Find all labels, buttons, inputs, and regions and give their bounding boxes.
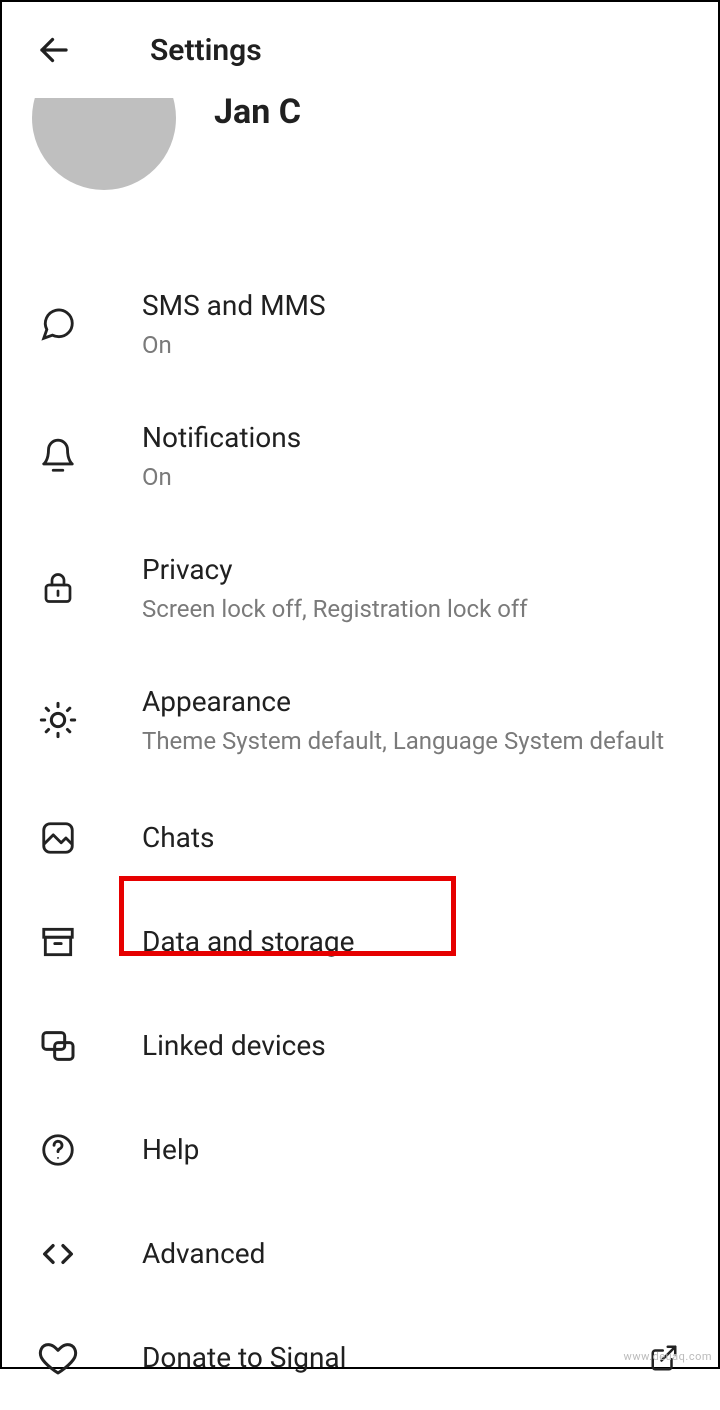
settings-item-help[interactable]: Help	[2, 1098, 718, 1202]
settings-item-label: Appearance	[142, 683, 682, 721]
settings-item-label: Data and storage	[142, 923, 682, 961]
settings-item-chats[interactable]: Chats	[2, 786, 718, 890]
settings-item-sublabel: On	[142, 462, 682, 493]
lock-icon	[38, 568, 78, 608]
settings-item-sublabel: Theme System default, Language System de…	[142, 726, 682, 757]
avatar	[32, 98, 176, 190]
help-icon	[38, 1130, 78, 1170]
archive-icon	[38, 922, 78, 962]
settings-item-label: Privacy	[142, 551, 682, 589]
settings-item-sms[interactable]: SMS and MMS On	[2, 258, 718, 390]
settings-item-linked-devices[interactable]: Linked devices	[2, 994, 718, 1098]
heart-icon	[38, 1338, 78, 1378]
settings-item-label: Notifications	[142, 419, 682, 457]
settings-item-sublabel: Screen lock off, Registration lock off	[142, 594, 682, 625]
devices-icon	[38, 1026, 78, 1066]
chat-bubble-icon	[38, 304, 78, 344]
page-title: Settings	[150, 33, 262, 68]
settings-item-label: Help	[142, 1131, 682, 1169]
settings-item-data-storage[interactable]: Data and storage	[2, 890, 718, 994]
settings-item-label: Donate to Signal	[142, 1339, 646, 1377]
sun-icon	[38, 700, 78, 740]
settings-item-label: SMS and MMS	[142, 287, 682, 325]
back-button[interactable]	[34, 30, 74, 70]
settings-item-notifications[interactable]: Notifications On	[2, 390, 718, 522]
app-bar: Settings	[2, 2, 718, 98]
settings-item-label: Advanced	[142, 1235, 682, 1273]
settings-item-privacy[interactable]: Privacy Screen lock off, Registration lo…	[2, 522, 718, 654]
profile-row[interactable]: Jan C	[2, 98, 718, 218]
image-icon	[38, 818, 78, 858]
arrow-left-icon	[36, 32, 72, 68]
settings-item-sublabel: On	[142, 330, 682, 361]
settings-item-appearance[interactable]: Appearance Theme System default, Languag…	[2, 654, 718, 786]
profile-name: Jan C	[214, 92, 301, 132]
watermark: www.deuaq.com	[624, 1350, 712, 1363]
settings-item-advanced[interactable]: Advanced	[2, 1202, 718, 1306]
settings-list: SMS and MMS On Notifications On Privacy	[2, 218, 718, 1410]
bell-icon	[38, 436, 78, 476]
settings-item-label: Linked devices	[142, 1027, 682, 1065]
settings-item-donate[interactable]: Donate to Signal	[2, 1306, 718, 1410]
settings-item-label: Chats	[142, 819, 682, 857]
code-icon	[38, 1234, 78, 1274]
